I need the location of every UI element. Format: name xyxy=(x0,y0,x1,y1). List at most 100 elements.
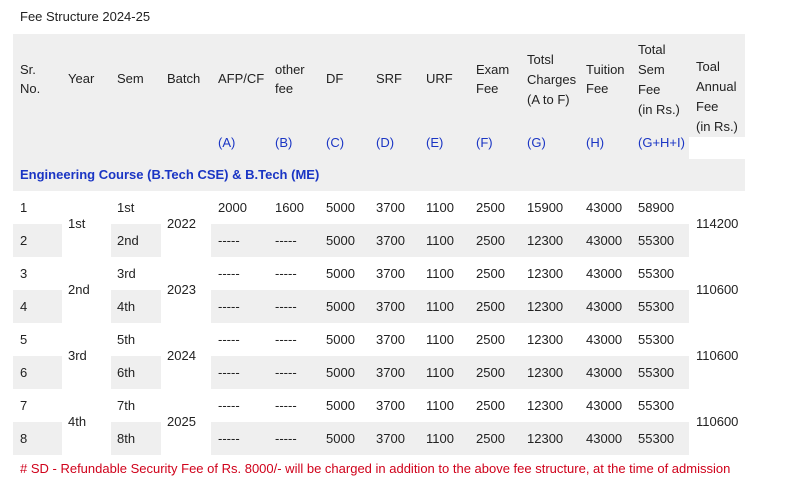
total-cell: 55300 xyxy=(638,398,675,413)
exam-cell: 2500 xyxy=(476,332,505,347)
urf-cell: 1100 xyxy=(426,200,454,215)
annual-fee-cell: 110600 xyxy=(696,414,739,429)
afp-cell: ----- xyxy=(218,299,240,314)
exam-cell: 2500 xyxy=(476,431,505,446)
srf-cell: 3700 xyxy=(376,431,405,446)
page-title: Fee Structure 2024-25 xyxy=(20,9,151,24)
total-cell: 55300 xyxy=(638,431,675,446)
afp-cell: 2000 xyxy=(218,200,247,215)
totsl-cell: 12300 xyxy=(527,398,564,413)
df-cell: 5000 xyxy=(326,233,355,248)
srf-cell: 3700 xyxy=(376,266,405,281)
total-cell: 55300 xyxy=(638,233,675,248)
totsl-cell: 12300 xyxy=(527,233,564,248)
year-cell: 4th xyxy=(68,414,87,429)
batch-cell: 2024 xyxy=(167,348,196,363)
code-a: (A) xyxy=(218,135,236,150)
header-exam: Exam Fee xyxy=(476,62,510,96)
code-h: (H) xyxy=(586,135,605,150)
total-cell: 55300 xyxy=(638,299,675,314)
sem-cell: 7th xyxy=(117,398,136,413)
other-cell: ----- xyxy=(275,365,297,380)
urf-cell: 1100 xyxy=(426,233,454,248)
srf-cell: 3700 xyxy=(376,332,405,347)
other-cell: ----- xyxy=(275,431,297,446)
header-totsl: Totsl Charges (A to F) xyxy=(527,52,577,107)
exam-cell: 2500 xyxy=(476,365,505,380)
other-cell: 1600 xyxy=(275,200,304,215)
code-ghi: (G+H+I) xyxy=(638,135,685,150)
batch-cell: 2023 xyxy=(167,282,196,297)
df-cell: 5000 xyxy=(326,365,355,380)
total-cell: 55300 xyxy=(638,365,675,380)
exam-cell: 2500 xyxy=(476,299,505,314)
code-d: (D) xyxy=(376,135,395,150)
section-title: Engineering Course (B.Tech CSE) & B.Tech… xyxy=(20,167,320,182)
header-batch: Batch xyxy=(167,71,201,86)
other-cell: ----- xyxy=(275,266,297,281)
df-cell: 5000 xyxy=(326,431,355,446)
urf-cell: 1100 xyxy=(426,266,454,281)
totsl-cell: 12300 xyxy=(527,332,564,347)
urf-cell: 1100 xyxy=(426,431,454,446)
totsl-cell: 15900 xyxy=(527,200,564,215)
afp-cell: ----- xyxy=(218,365,240,380)
year-cell: 2nd xyxy=(68,282,90,297)
df-cell: 5000 xyxy=(326,266,355,281)
urf-cell: 1100 xyxy=(426,398,454,413)
df-cell: 5000 xyxy=(326,332,355,347)
batch-cell: 2025 xyxy=(167,414,196,429)
srf-cell: 3700 xyxy=(376,233,405,248)
urf-cell: 1100 xyxy=(426,299,454,314)
afp-cell: ----- xyxy=(218,266,240,281)
header-other: other fee xyxy=(275,62,305,96)
code-b: (B) xyxy=(275,135,293,150)
sr-cell: 5 xyxy=(20,332,28,347)
header-urf: URF xyxy=(426,71,453,86)
sem-cell: 4th xyxy=(117,299,136,314)
tuition-cell: 43000 xyxy=(586,431,623,446)
header-totalsem: Total Sem Fee (in Rs.) xyxy=(638,42,680,117)
df-cell: 5000 xyxy=(326,299,355,314)
header-tuition: Tuition Fee xyxy=(586,62,625,96)
sr-cell: 8 xyxy=(20,431,28,446)
tuition-cell: 43000 xyxy=(586,332,623,347)
code-c: (C) xyxy=(326,135,345,150)
tuition-cell: 43000 xyxy=(586,266,623,281)
exam-cell: 2500 xyxy=(476,398,505,413)
total-cell: 55300 xyxy=(638,332,675,347)
afp-cell: ----- xyxy=(218,431,240,446)
total-cell: 55300 xyxy=(638,266,675,281)
other-cell: ----- xyxy=(275,299,297,314)
code-f: (F) xyxy=(476,135,493,150)
sem-cell: 8th xyxy=(117,431,136,446)
annual-fee-cell: 110600 xyxy=(696,348,739,363)
urf-cell: 1100 xyxy=(426,332,454,347)
year-cell: 1st xyxy=(68,216,86,231)
srf-cell: 3700 xyxy=(376,200,405,215)
exam-cell: 2500 xyxy=(476,200,505,215)
sem-cell: 5th xyxy=(117,332,136,347)
header-year: Year xyxy=(68,71,95,86)
srf-cell: 3700 xyxy=(376,365,405,380)
exam-cell: 2500 xyxy=(476,233,505,248)
sem-cell: 1st xyxy=(117,200,135,215)
tuition-cell: 43000 xyxy=(586,233,623,248)
srf-cell: 3700 xyxy=(376,398,405,413)
exam-cell: 2500 xyxy=(476,266,505,281)
totsl-cell: 12300 xyxy=(527,431,564,446)
tuition-cell: 43000 xyxy=(586,299,623,314)
totsl-cell: 12300 xyxy=(527,299,564,314)
afp-cell: ----- xyxy=(218,233,240,248)
header-srf: SRF xyxy=(376,71,402,86)
sem-cell: 6th xyxy=(117,365,136,380)
sr-cell: 3 xyxy=(20,266,28,281)
sr-cell: 6 xyxy=(20,365,28,380)
sem-cell: 3rd xyxy=(117,266,136,281)
annual-fee-cell: 110600 xyxy=(696,282,739,297)
header-afp: AFP/CF xyxy=(218,71,265,86)
sr-cell: 2 xyxy=(20,233,28,248)
tuition-cell: 43000 xyxy=(586,365,623,380)
header-annual: Toal Annual Fee (in Rs.) xyxy=(696,59,738,134)
tuition-cell: 43000 xyxy=(586,398,623,413)
